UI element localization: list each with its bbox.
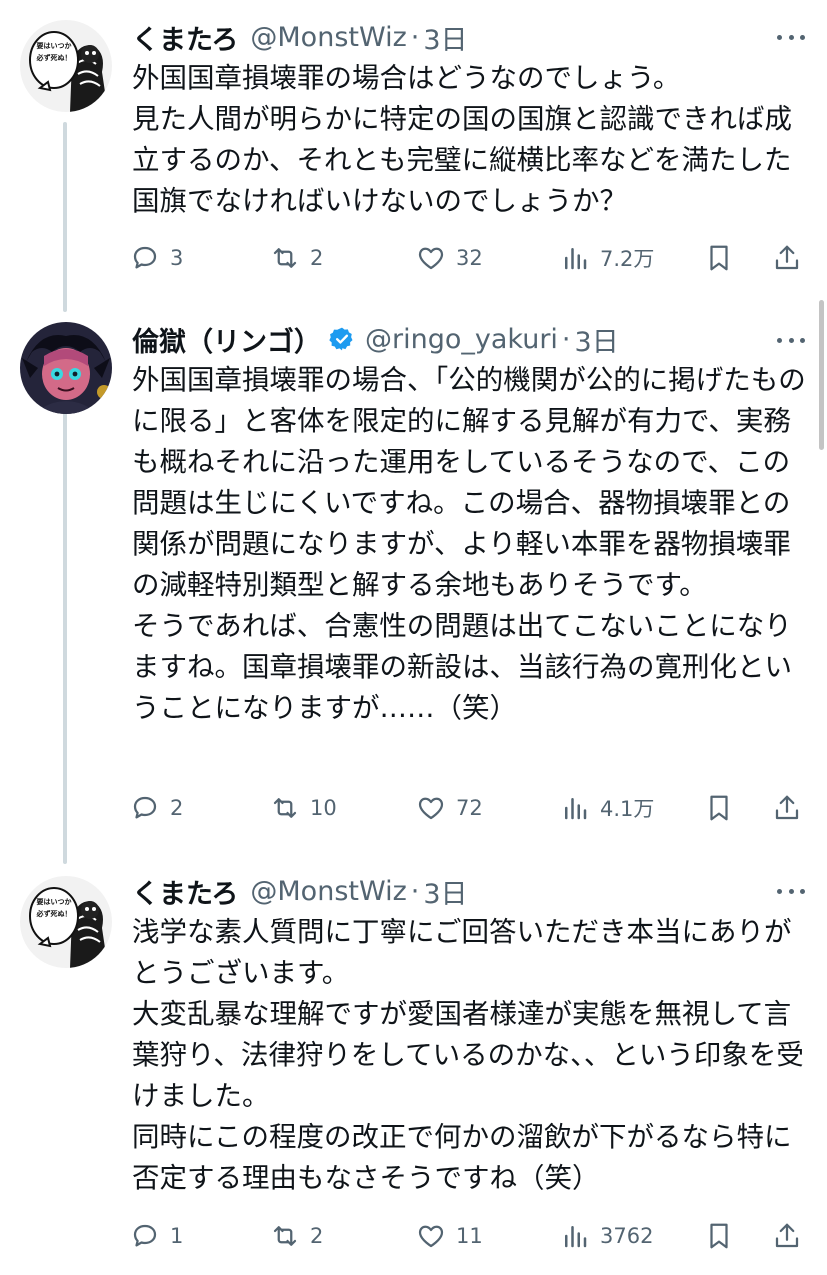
svg-text:必ず死ぬ！: 必ず死ぬ！ (36, 909, 72, 918)
display-name[interactable]: くまたろ (132, 872, 238, 911)
bar-chart-icon (560, 243, 590, 273)
retweet-button[interactable]: 10 (270, 788, 337, 828)
speech-bubble-icon (130, 793, 160, 823)
share-button[interactable] (772, 1216, 802, 1256)
scrollbar-thumb[interactable] (819, 300, 824, 450)
timestamp[interactable]: 3日 (575, 320, 619, 359)
bookmark-icon (704, 1221, 734, 1251)
like-count: 72 (456, 796, 483, 820)
share-button[interactable] (772, 788, 802, 828)
tweet-header: くまたろ @MonstWiz · 3日 (132, 871, 468, 911)
share-upload-icon (772, 793, 802, 823)
speech-bubble-icon (130, 243, 160, 273)
retweet-count: 10 (310, 796, 337, 820)
reply-button[interactable]: 1 (130, 1216, 183, 1256)
share-upload-icon (772, 1221, 802, 1251)
more-dots-icon[interactable] (777, 326, 805, 354)
view-count: 4.1万 (600, 797, 655, 821)
view-count: 3762 (600, 1224, 654, 1248)
heart-icon (416, 243, 446, 273)
avatar[interactable]: 要はいつか 必ず死ぬ！ (20, 876, 112, 968)
timestamp[interactable]: 3日 (423, 872, 467, 911)
tweet[interactable]: 要はいつか 必ず死ぬ！ くまたろ @MonstWiz · 3日 外国国章損壊罪の… (0, 0, 827, 300)
reply-count: 3 (170, 246, 184, 270)
bookmark-icon (704, 243, 734, 273)
timestamp[interactable]: 3日 (423, 18, 467, 57)
like-button[interactable]: 11 (416, 1216, 483, 1256)
bookmark-button[interactable] (704, 1216, 734, 1256)
views-button[interactable]: 3762 (560, 1216, 653, 1256)
like-count: 11 (456, 1224, 483, 1248)
action-bar: 2 10 72 4.1万 (130, 788, 810, 828)
heart-icon (416, 793, 446, 823)
reply-count: 1 (170, 1224, 184, 1248)
view-count: 7.2万 (600, 247, 655, 271)
reply-button[interactable]: 2 (130, 788, 183, 828)
share-upload-icon (772, 243, 802, 273)
retweet-arrows-icon (270, 793, 300, 823)
more-dots-icon[interactable] (777, 877, 805, 905)
reply-button[interactable]: 3 (130, 238, 183, 278)
heart-icon (416, 1221, 446, 1251)
action-bar: 1 2 11 3762 (130, 1216, 810, 1256)
avatar-bubble-text: 要はいつか (37, 41, 72, 50)
bookmark-button[interactable] (704, 788, 734, 828)
display-name[interactable]: 倫獄（リンゴ） (132, 320, 321, 359)
retweet-arrows-icon (270, 243, 300, 273)
display-name[interactable]: くまたろ (132, 18, 238, 57)
separator: · (561, 323, 571, 355)
more-dots-icon[interactable] (777, 23, 805, 51)
user-handle[interactable]: @MonstWiz (250, 22, 406, 53)
user-handle[interactable]: @MonstWiz (250, 876, 406, 907)
views-button[interactable]: 4.1万 (560, 788, 654, 828)
tweet-header: くまたろ @MonstWiz · 3日 (132, 17, 468, 57)
speech-bubble-icon (130, 1221, 160, 1251)
verified-badge-icon (329, 326, 355, 352)
separator: · (410, 875, 420, 907)
bookmark-button[interactable] (704, 238, 734, 278)
retweet-button[interactable]: 2 (270, 1216, 323, 1256)
like-button[interactable]: 32 (416, 238, 483, 278)
thread-line (63, 412, 67, 864)
separator: · (410, 21, 420, 53)
like-count: 32 (456, 246, 483, 270)
user-handle[interactable]: @ringo_yakuri (365, 324, 558, 355)
tweet-text: 外国国章損壊罪の場合、「公的機関が公的に掲げたものに限る」と客体を限定的に解する… (132, 364, 806, 724)
retweet-count: 2 (310, 1224, 324, 1248)
tweet-text: 外国国章損壊罪の場合はどうなのでしょう。 見た人間が明らかに特定の国の国旗と認識… (132, 62, 792, 217)
reply-count: 2 (170, 796, 184, 820)
avatar[interactable]: 要はいつか 必ず死ぬ！ (20, 20, 112, 112)
views-button[interactable]: 7.2万 (560, 238, 654, 278)
retweet-button[interactable]: 2 (270, 238, 323, 278)
avatar-bubble-text: 要はいつか (37, 897, 72, 906)
retweet-count: 2 (310, 246, 324, 270)
svg-text:必ず死ぬ！: 必ず死ぬ！ (36, 53, 72, 62)
action-bar: 3 2 32 7.2万 (130, 238, 810, 278)
bar-chart-icon (560, 793, 590, 823)
retweet-arrows-icon (270, 1221, 300, 1251)
tweet-header: 倫獄（リンゴ） @ringo_yakuri · 3日 (132, 319, 619, 359)
like-button[interactable]: 72 (416, 788, 483, 828)
tweet-text: 浅学な素人質問に丁寧にご回答いただき本当にありがとうございます。 大変乱暴な理解… (132, 916, 804, 1194)
avatar[interactable] (20, 322, 112, 414)
bookmark-icon (704, 793, 734, 823)
share-button[interactable] (772, 238, 802, 278)
bar-chart-icon (560, 1221, 590, 1251)
